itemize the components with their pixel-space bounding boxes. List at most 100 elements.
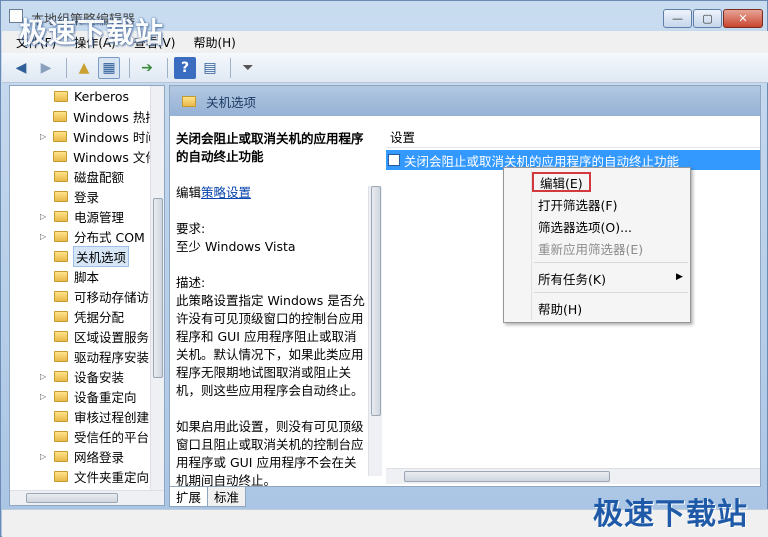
export-list-icon[interactable]: ➔ <box>136 57 158 79</box>
folder-icon <box>54 250 68 262</box>
tree-horizontal-scrollbar[interactable] <box>10 490 164 505</box>
folder-icon <box>54 170 68 182</box>
tree-item-selected[interactable]: 关机选项 <box>10 245 150 267</box>
help-icon[interactable]: ? <box>174 56 196 79</box>
context-menu-all-tasks[interactable]: 所有任务(K) <box>538 268 606 288</box>
scroll-thumb[interactable] <box>371 186 381 416</box>
toolbar: ◀ ▶ ▲ ▦ ➔ ? ▤ ⏷ <box>2 53 768 83</box>
tree-item[interactable]: 磁盘配额 <box>10 166 150 186</box>
show-hide-tree-icon[interactable]: ▦ <box>98 56 120 79</box>
expander-icon[interactable]: ▷ <box>40 212 50 221</box>
toolbar-separator <box>230 57 231 78</box>
tree-item[interactable]: 脚本 <box>10 266 150 286</box>
console-tree: Kerberos Windows 热插 ▷ Windows 时间 Windows … <box>9 85 165 506</box>
folder-icon <box>54 390 68 402</box>
context-menu: 编辑(E) 打开筛选器(F) 筛选器选项(O)... 重新应用筛选器(E) 所有… <box>503 167 691 323</box>
scroll-thumb[interactable] <box>404 471 610 482</box>
description-panel: 关闭会阻止或取消关机的应用程序的自动终止功能 编辑策略设置 要求: 至少 Wind… <box>176 130 366 508</box>
watermark-top-left: 极速下载站 <box>19 16 165 49</box>
folder-icon <box>54 370 68 382</box>
close-button[interactable]: ✕ <box>723 9 763 28</box>
view-tabs: 扩展 标准 <box>169 487 247 507</box>
list-horizontal-scrollbar[interactable] <box>386 468 760 484</box>
folder-icon <box>54 470 68 482</box>
folder-icon <box>54 450 68 462</box>
folder-icon <box>54 210 68 222</box>
folder-icon <box>54 270 68 282</box>
context-menu-edit[interactable]: 编辑(E) <box>532 172 591 192</box>
tab-extended[interactable]: 扩展 <box>169 487 209 507</box>
folder-icon <box>53 150 68 162</box>
tree-item[interactable]: 凭据分配 <box>10 306 150 326</box>
description-scrollbar[interactable] <box>368 186 382 476</box>
toolbar-separator <box>167 57 168 78</box>
folder-icon <box>54 230 68 242</box>
menu-help[interactable]: 帮助(H) <box>193 34 235 51</box>
back-icon[interactable]: ◀ <box>10 57 32 79</box>
edit-policy-link[interactable]: 策略设置 <box>201 185 251 200</box>
tree-item[interactable]: Windows 文件 <box>10 146 150 166</box>
pane-title: 关机选项 <box>206 94 257 110</box>
tree-item[interactable]: Kerberos <box>10 86 150 106</box>
policy-setting-icon <box>388 154 400 166</box>
context-menu-open-filter[interactable]: 打开筛选器(F) <box>538 194 617 214</box>
tree-item[interactable]: ▷ 分布式 COM <box>10 226 150 246</box>
context-menu-filter-options[interactable]: 筛选器选项(O)... <box>538 216 632 236</box>
toolbar-separator <box>66 57 67 78</box>
folder-icon <box>54 290 68 302</box>
menu-separator <box>534 292 688 293</box>
policy-title: 关闭会阻止或取消关机的应用程序的自动终止功能 <box>176 131 364 164</box>
tree-item[interactable]: 驱动程序安装 <box>10 346 150 366</box>
expander-icon[interactable]: ▷ <box>40 232 50 241</box>
tree-item[interactable]: 文件夹重定向 <box>10 466 150 486</box>
folder-icon <box>54 190 68 202</box>
tree-item[interactable]: ▷ 网络登录 <box>10 446 150 466</box>
minimize-button[interactable]: — <box>663 9 692 28</box>
maximize-button[interactable]: ▢ <box>693 9 722 28</box>
folder-icon <box>54 410 68 422</box>
context-menu-reapply-filter: 重新应用筛选器(E) <box>538 241 644 257</box>
expander-icon[interactable]: ▷ <box>40 132 49 141</box>
folder-icon <box>182 95 196 107</box>
context-menu-help[interactable]: 帮助(H) <box>538 298 582 318</box>
folder-icon <box>53 110 68 122</box>
column-header-setting[interactable]: 设置 <box>386 126 760 148</box>
folder-icon <box>53 130 68 142</box>
folder-icon <box>54 310 68 322</box>
tree-item[interactable]: 登录 <box>10 186 150 206</box>
tree-item[interactable]: 区域设置服务 <box>10 326 150 346</box>
gpedit-window: 本地组策略编辑器 — ▢ ✕ 文件(F) 操作(A) 查看(V) 帮助(H) ◀… <box>0 0 768 537</box>
tree-item[interactable]: ▷ 设备安装 <box>10 366 150 386</box>
pane-header: 关机选项 <box>170 86 760 116</box>
submenu-arrow-icon: ▶ <box>676 272 683 282</box>
tree-item[interactable]: ▷ 电源管理 <box>10 206 150 226</box>
expander-icon[interactable]: ▷ <box>40 392 50 401</box>
expander-icon[interactable]: ▷ <box>40 372 50 381</box>
tree-item[interactable]: Windows 热插 <box>10 106 150 126</box>
tree-item[interactable]: 审核过程创建 <box>10 406 150 426</box>
tab-standard[interactable]: 标准 <box>207 487 247 507</box>
up-folder-icon[interactable]: ▲ <box>73 57 95 79</box>
forward-icon[interactable]: ▶ <box>35 57 57 79</box>
folder-icon <box>54 90 68 102</box>
folder-icon <box>54 330 68 342</box>
watermark-bottom-right: 极速下载站 <box>593 497 748 532</box>
tree-vertical-scrollbar[interactable] <box>150 86 164 490</box>
folder-icon <box>54 430 68 442</box>
scroll-thumb[interactable] <box>26 493 118 503</box>
menu-separator <box>534 262 688 263</box>
expander-icon[interactable]: ▷ <box>40 452 50 461</box>
properties-icon[interactable]: ▤ <box>199 57 221 79</box>
description-continued: 如果启用此设置，则没有可见顶级窗口且阻止或取消关机的控制台应用程序或 GUI 应… <box>176 419 364 488</box>
filter-icon[interactable]: ⏷ <box>237 57 259 79</box>
tree-item[interactable]: 可移动存储访 <box>10 286 150 306</box>
folder-icon <box>54 350 68 362</box>
requirements: 要求: 至少 Windows Vista <box>176 221 296 254</box>
description: 描述: 此策略设置指定 Windows 是否允许没有可见顶级窗口的控制台应用程序和… <box>176 275 365 398</box>
tree-item[interactable]: 受信任的平台 <box>10 426 150 446</box>
scroll-thumb[interactable] <box>153 198 163 378</box>
tree-item[interactable]: ▷ 设备重定向 <box>10 386 150 406</box>
tree-item[interactable]: ▷ Windows 时间 <box>10 126 150 146</box>
toolbar-separator <box>129 57 130 78</box>
edit-line: 编辑策略设置 <box>176 185 252 200</box>
